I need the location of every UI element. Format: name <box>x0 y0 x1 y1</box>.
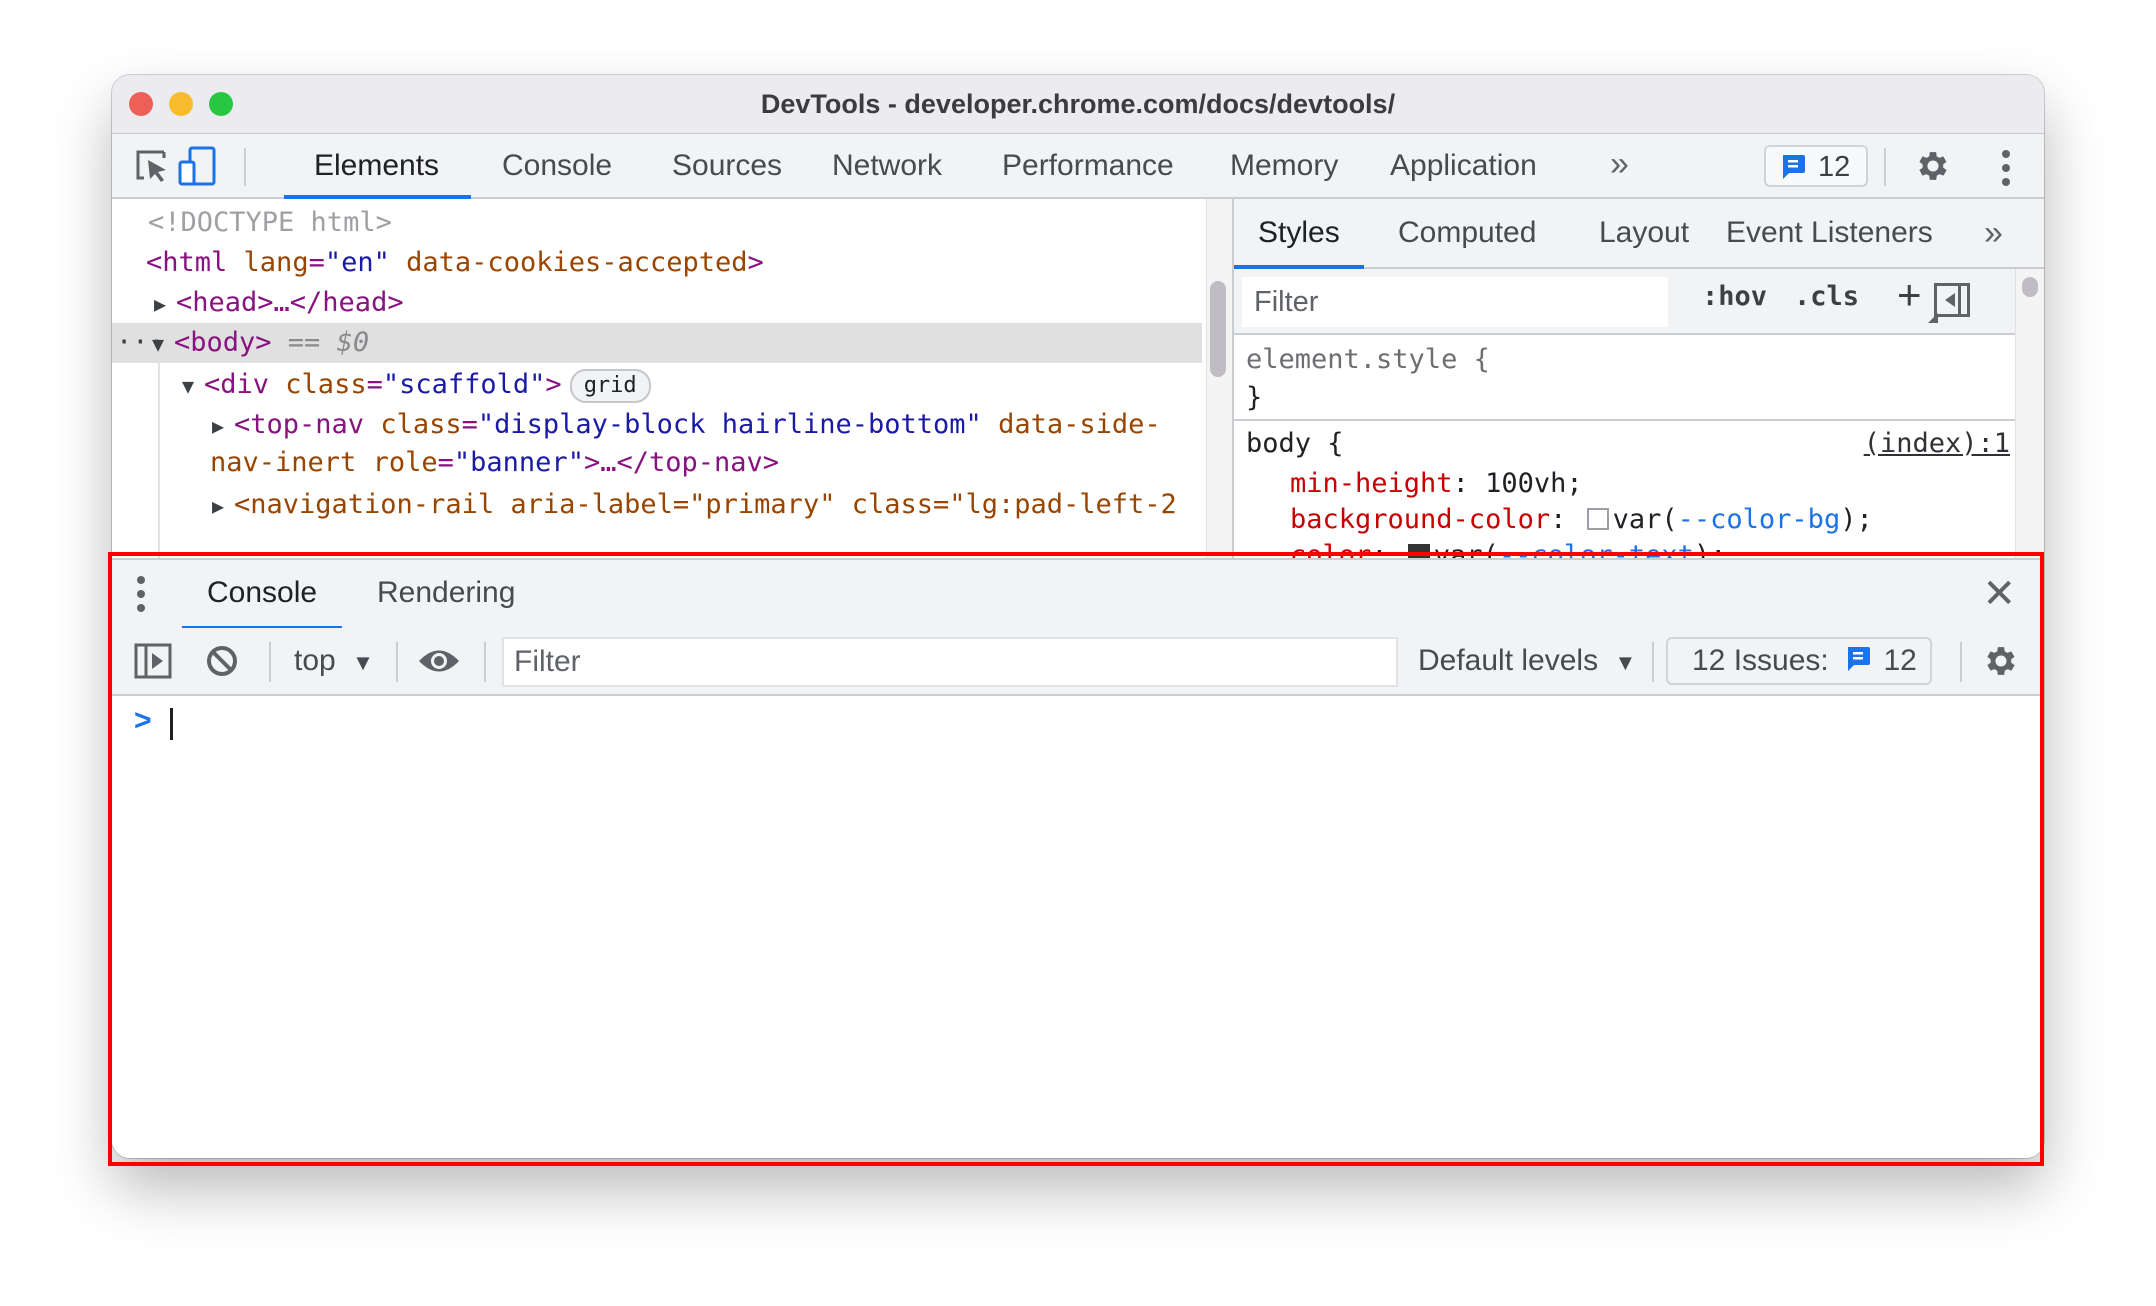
drawer-tab-rendering[interactable]: Rendering <box>352 560 540 628</box>
clear-console-icon[interactable] <box>205 644 239 678</box>
inspect-element-icon[interactable] <box>134 148 170 184</box>
hover-state-toggle[interactable]: :hov <box>1702 281 1767 312</box>
tab-network[interactable]: Network <box>802 134 972 197</box>
log-levels-dropdown[interactable]: Default levels ▼ <box>1418 628 1636 694</box>
dom-node-doctype[interactable]: <!DOCTYPE html> <box>148 203 392 243</box>
rule-selector: body { <box>1246 428 1344 459</box>
toggle-sidebar-icon[interactable] <box>1934 283 1970 317</box>
tab-event-listeners[interactable]: Event Listeners <box>1706 199 1953 267</box>
toolbar-divider <box>244 148 246 186</box>
indent-guide <box>158 359 160 573</box>
devtools-window: DevTools - developer.chrome.com/docs/dev… <box>112 75 2044 1158</box>
dom-node-top-nav-wrap: nav-inert role="banner">…</top-nav> <box>210 447 780 478</box>
elements-scrollbar[interactable] <box>1206 199 1232 573</box>
tab-computed[interactable]: Computed <box>1378 199 1556 267</box>
styles-scrollbar-thumb[interactable] <box>2022 277 2038 297</box>
toolbar-divider <box>269 642 271 682</box>
console-settings-gear-icon[interactable] <box>1982 642 2020 680</box>
class-toggle[interactable]: .cls <box>1794 281 1859 312</box>
console-issues-button[interactable]: 12 Issues: 12 <box>1666 637 1932 685</box>
drawer-panel: Console Rendering ✕ top ▼ Filter Default… <box>112 558 2044 1158</box>
drawer-tab-console[interactable]: Console <box>182 560 342 630</box>
dom-node-top-nav[interactable]: ▶ <top-nav class="display-block hairline-… <box>212 405 1161 445</box>
console-toolbar: top ▼ Default levels ▼ 12 Issues: <box>112 628 2044 696</box>
tab-performance[interactable]: Performance <box>972 134 1204 197</box>
issues-button[interactable]: 12 <box>1764 145 1868 187</box>
message-icon <box>1783 155 1805 179</box>
elements-dom-tree: <!DOCTYPE html> <html lang="en" data-coo… <box>112 199 1232 573</box>
show-console-sidebar-icon[interactable] <box>134 643 172 679</box>
dom-node-html[interactable]: <html lang="en" data-cookies-accepted> <box>146 243 764 283</box>
dom-node-navigation-rail[interactable]: ▶ <navigation-rail aria-label="primary" c… <box>212 485 1177 525</box>
expand-triangle-icon[interactable]: ▶ <box>212 486 234 526</box>
styles-filter-input[interactable] <box>1242 277 1668 327</box>
message-icon <box>1848 647 1871 672</box>
collapse-triangle-icon[interactable]: ▼ <box>152 324 174 364</box>
drawer-more-options-icon[interactable] <box>137 576 145 618</box>
window-title: DevTools - developer.chrome.com/docs/dev… <box>760 89 1396 119</box>
expand-triangle-icon[interactable]: ▶ <box>212 406 234 446</box>
tab-memory[interactable]: Memory <box>1200 134 1368 197</box>
toolbar-divider <box>1884 148 1886 186</box>
drawer-tab-strip: Console Rendering ✕ <box>112 558 2044 630</box>
close-drawer-icon[interactable]: ✕ <box>1982 574 2016 614</box>
expand-triangle-icon[interactable]: ▶ <box>154 284 176 324</box>
tab-application[interactable]: Application <box>1360 134 1567 197</box>
console-prompt-icon: > <box>134 704 152 737</box>
dom-node-body-selected[interactable]: ··· ▼ <body> == $0 <box>112 323 1202 363</box>
toolbar-divider <box>396 642 398 682</box>
dropdown-arrow-icon: ▼ <box>1614 650 1637 675</box>
title-bar: DevTools - developer.chrome.com/docs/dev… <box>112 75 2044 134</box>
dropdown-arrow-icon: ▼ <box>352 650 374 675</box>
elements-scrollbar-thumb[interactable] <box>1210 281 1226 377</box>
element-style-rule: element.style { } <box>1234 335 2016 421</box>
more-sidebar-tabs-button[interactable]: » <box>1964 199 2023 267</box>
console-filter-input[interactable] <box>502 637 1398 687</box>
styles-filter-bar: :hov .cls + <box>1234 269 2016 335</box>
live-expression-eye-icon[interactable] <box>418 646 460 676</box>
issues-count: 12 <box>1818 151 1851 183</box>
toolbar-divider <box>484 642 486 682</box>
console-input-caret[interactable] <box>170 708 173 740</box>
source-link[interactable]: (index):1 <box>1864 425 2010 463</box>
toolbar-divider <box>1960 642 1962 682</box>
tab-layout[interactable]: Layout <box>1579 199 1709 267</box>
device-toolbar-icon[interactable] <box>178 146 218 186</box>
collapse-triangle-icon[interactable]: ▼ <box>182 366 204 406</box>
tab-elements[interactable]: Elements <box>284 134 471 199</box>
more-tabs-button[interactable]: » <box>1610 134 1629 197</box>
toolbar-divider <box>1652 642 1654 682</box>
context-selector[interactable]: top ▼ <box>294 628 374 694</box>
styles-tab-strip: Styles Computed Layout Event Listeners » <box>1234 199 2044 269</box>
tab-sources[interactable]: Sources <box>642 134 812 197</box>
color-swatch[interactable] <box>1586 507 1609 530</box>
more-options-icon[interactable] <box>2002 150 2010 192</box>
tab-console[interactable]: Console <box>472 134 642 197</box>
css-property-background-color[interactable]: background-color: var(--color-bg); <box>1290 501 1873 539</box>
new-style-rule-button[interactable]: + <box>1897 271 1922 319</box>
dom-node-div-scaffold[interactable]: ▼ <div class="scaffold"> grid <box>182 365 651 405</box>
dom-node-head[interactable]: ▶ <head>…</head> <box>154 283 404 323</box>
console-output[interactable]: > <box>112 696 2044 1158</box>
settings-gear-icon[interactable] <box>1914 147 1952 185</box>
grid-badge[interactable]: grid <box>569 368 651 403</box>
tab-styles[interactable]: Styles <box>1234 199 1364 269</box>
main-toolbar: Elements Console Sources Network Perform… <box>112 134 2044 199</box>
css-property-min-height[interactable]: min-height: 100vh; <box>1290 465 1583 503</box>
